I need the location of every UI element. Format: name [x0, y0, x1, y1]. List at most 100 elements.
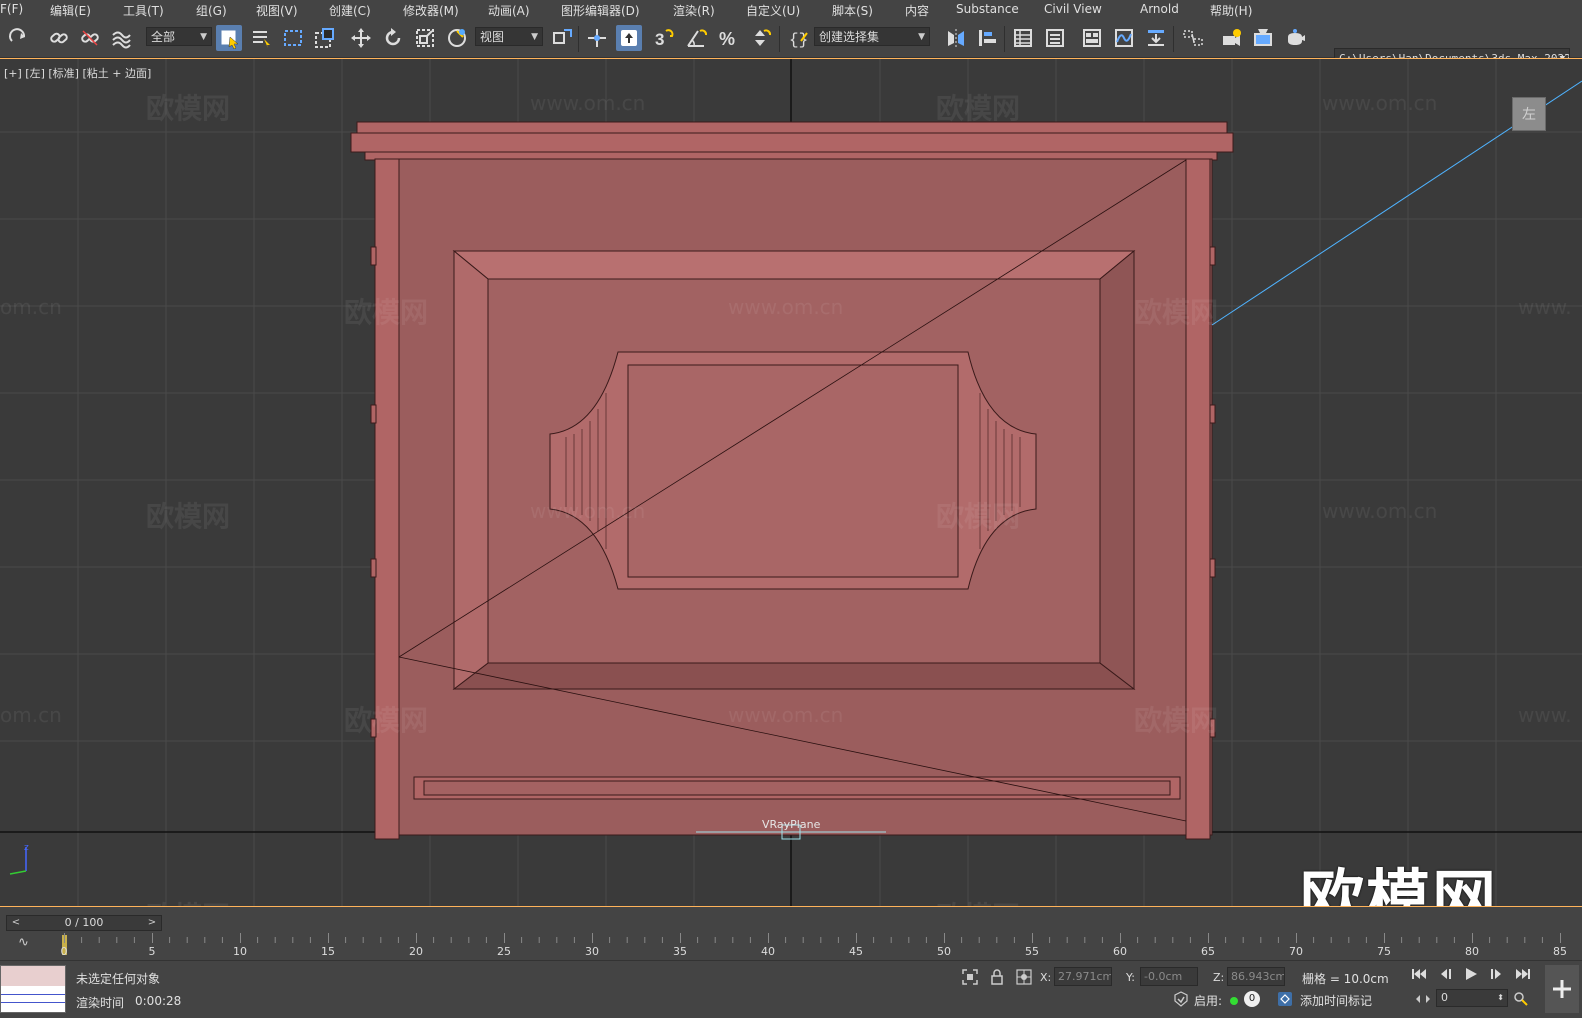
select-object-icon[interactable] [216, 25, 242, 51]
watermark-url: www.om.cn [728, 295, 844, 319]
menu-civil-view[interactable]: Civil View [1044, 2, 1102, 16]
current-frame-value: 0 [1441, 991, 1448, 1004]
go-to-start-icon[interactable] [1410, 965, 1428, 983]
z-coord-label: Z: [1213, 971, 1225, 984]
render-production-icon[interactable] [1282, 25, 1308, 51]
z-coord-field[interactable]: 86.943cm [1227, 967, 1285, 986]
watermark-url: om.cn [0, 295, 62, 319]
menu-customize[interactable]: 自定义(U) [746, 2, 800, 19]
menu-help[interactable]: 帮助(H) [1210, 2, 1252, 19]
key-filters-icon[interactable] [1512, 990, 1530, 1008]
reference-coord-value: 视图 [480, 30, 505, 44]
timeline-ruler[interactable]: 0 5 10 15 20 25 30 35 40 45 50 55 60 65 … [61, 933, 1574, 959]
add-viewport-button[interactable] [1545, 965, 1579, 1013]
schematic-view-icon[interactable] [1143, 25, 1169, 51]
menu-modifiers[interactable]: 修改器(M) [403, 2, 459, 19]
watermark-url: www.om.cn [728, 703, 844, 727]
play-icon[interactable] [1462, 965, 1480, 983]
watermark-url: www. [1518, 703, 1572, 727]
layer-explorer-icon[interactable] [1042, 25, 1068, 51]
placement-icon[interactable] [444, 25, 470, 51]
menu-animation[interactable]: 动画(A) [488, 2, 530, 19]
watermark-url: om.cn [0, 703, 62, 727]
reference-coord-dropdown[interactable]: 视图 ▼ [475, 27, 543, 46]
menu-bar: F(F) 编辑(E) 工具(T) 组(G) 视图(V) 创建(C) 修改器(M)… [0, 0, 1582, 20]
lock-icon[interactable] [988, 968, 1006, 986]
window-crossing-icon[interactable] [312, 25, 338, 51]
y-coord-field[interactable]: -0.0cm [1140, 967, 1198, 986]
selection-filter-dropdown[interactable]: 全部 ▼ [146, 27, 212, 46]
curve-editor-icon[interactable] [1111, 25, 1137, 51]
keyboard-shortcut-override-icon[interactable] [616, 25, 642, 51]
menu-substance[interactable]: Substance [956, 2, 1019, 16]
rect-selection-region-icon[interactable] [280, 25, 306, 51]
menu-content[interactable]: 内容 [905, 2, 929, 19]
menu-rendering[interactable]: 渲染(R) [673, 2, 715, 19]
move-icon[interactable] [348, 25, 374, 51]
redo-icon[interactable] [6, 25, 32, 51]
toggle-ribbon-icon[interactable] [1079, 25, 1105, 51]
rendered-frame-window-icon[interactable] [1250, 25, 1276, 51]
named-selection-value: 创建选择集 [819, 30, 880, 44]
align-icon[interactable] [974, 25, 1000, 51]
unlink-icon[interactable] [77, 25, 103, 51]
spinner-icon[interactable]: ⬍ [1497, 990, 1504, 1006]
enable-count-badge[interactable]: 0 [1244, 991, 1260, 1007]
viewport-thumbnail[interactable] [0, 965, 66, 1013]
isolate-selection-icon[interactable] [961, 968, 979, 986]
edit-named-selection-icon[interactable]: {} [785, 25, 811, 51]
add-time-tag-icon[interactable] [1276, 990, 1294, 1008]
menu-create[interactable]: 创建(C) [329, 2, 371, 19]
menu-group[interactable]: 组(G) [196, 2, 227, 19]
menu-views[interactable]: 视图(V) [256, 2, 298, 19]
watermark-text: 欧模网 [146, 500, 231, 533]
time-configuration-icon[interactable] [1414, 990, 1432, 1008]
rotate-icon[interactable] [380, 25, 406, 51]
viewport-label[interactable]: [+] [左] [标准] [粘土 + 边面] [4, 65, 151, 81]
absolute-mode-icon[interactable] [1015, 968, 1033, 986]
viewcube-left[interactable]: 左 [1512, 97, 1546, 131]
time-slider[interactable]: < 0 / 100 > [6, 915, 162, 931]
menu-graph-editors[interactable]: 图形编辑器(D) [561, 2, 640, 19]
watermark-text: 欧模网 [936, 92, 1021, 125]
toolbar-divider [779, 26, 780, 52]
angle-snap-icon[interactable] [683, 25, 709, 51]
watermark-url: www.om.cn [1322, 499, 1438, 523]
add-time-tag-label[interactable]: 添加时间标记 [1300, 992, 1372, 1009]
go-to-end-icon[interactable] [1514, 965, 1532, 983]
menu-file[interactable]: F(F) [0, 2, 23, 16]
select-manipulate-icon[interactable] [584, 25, 610, 51]
svg-text:%: % [719, 29, 735, 49]
snaps-toggle-icon[interactable]: 3 [650, 25, 676, 51]
pivot-center-icon[interactable] [549, 25, 575, 51]
select-by-name-icon[interactable] [248, 25, 274, 51]
spinner-snap-icon[interactable] [747, 25, 773, 51]
next-frame-icon[interactable] [1488, 965, 1506, 983]
menu-arnold[interactable]: Arnold [1140, 2, 1179, 16]
menu-edit[interactable]: 编辑(E) [50, 2, 91, 19]
scene-explorer-icon[interactable] [1010, 25, 1036, 51]
curve-editor-mini-icon[interactable]: ∿ [18, 935, 29, 950]
next-frame-icon[interactable]: > [145, 916, 159, 930]
x-coord-label: X: [1040, 971, 1052, 984]
x-coord-field[interactable]: 27.971cm [1054, 967, 1112, 986]
menu-tools[interactable]: 工具(T) [123, 2, 164, 19]
main-toolbar: 全部 ▼ 视图 ▼ 3 % {} 创建选择集 ▼ [0, 20, 1582, 68]
percent-snap-icon[interactable]: % [715, 25, 741, 51]
watermark-url: www.om.cn [1322, 91, 1438, 115]
selection-filter-value: 全部 [151, 30, 176, 44]
render-time-label: 渲染时间 [76, 996, 125, 1010]
material-editor-icon[interactable] [1180, 25, 1206, 51]
render-setup-icon[interactable] [1218, 25, 1244, 51]
menu-scripting[interactable]: 脚本(S) [832, 2, 873, 19]
link-icon[interactable] [46, 25, 72, 51]
current-frame-field[interactable]: 0 ⬍ [1436, 989, 1508, 1007]
named-selection-dropdown[interactable]: 创建选择集 ▼ [814, 27, 930, 46]
bind-space-warp-icon[interactable] [108, 25, 134, 51]
previous-frame-icon[interactable] [1436, 965, 1454, 983]
scale-icon[interactable] [412, 25, 438, 51]
adaptive-degradation-icon[interactable] [1172, 990, 1190, 1008]
left-viewport[interactable]: z [+] [左] [标准] [粘土 + 边面] 欧模网 www.om.cn 欧… [0, 58, 1582, 907]
mirror-icon[interactable] [943, 25, 969, 51]
watermark-text: 欧模网 [936, 500, 1021, 533]
